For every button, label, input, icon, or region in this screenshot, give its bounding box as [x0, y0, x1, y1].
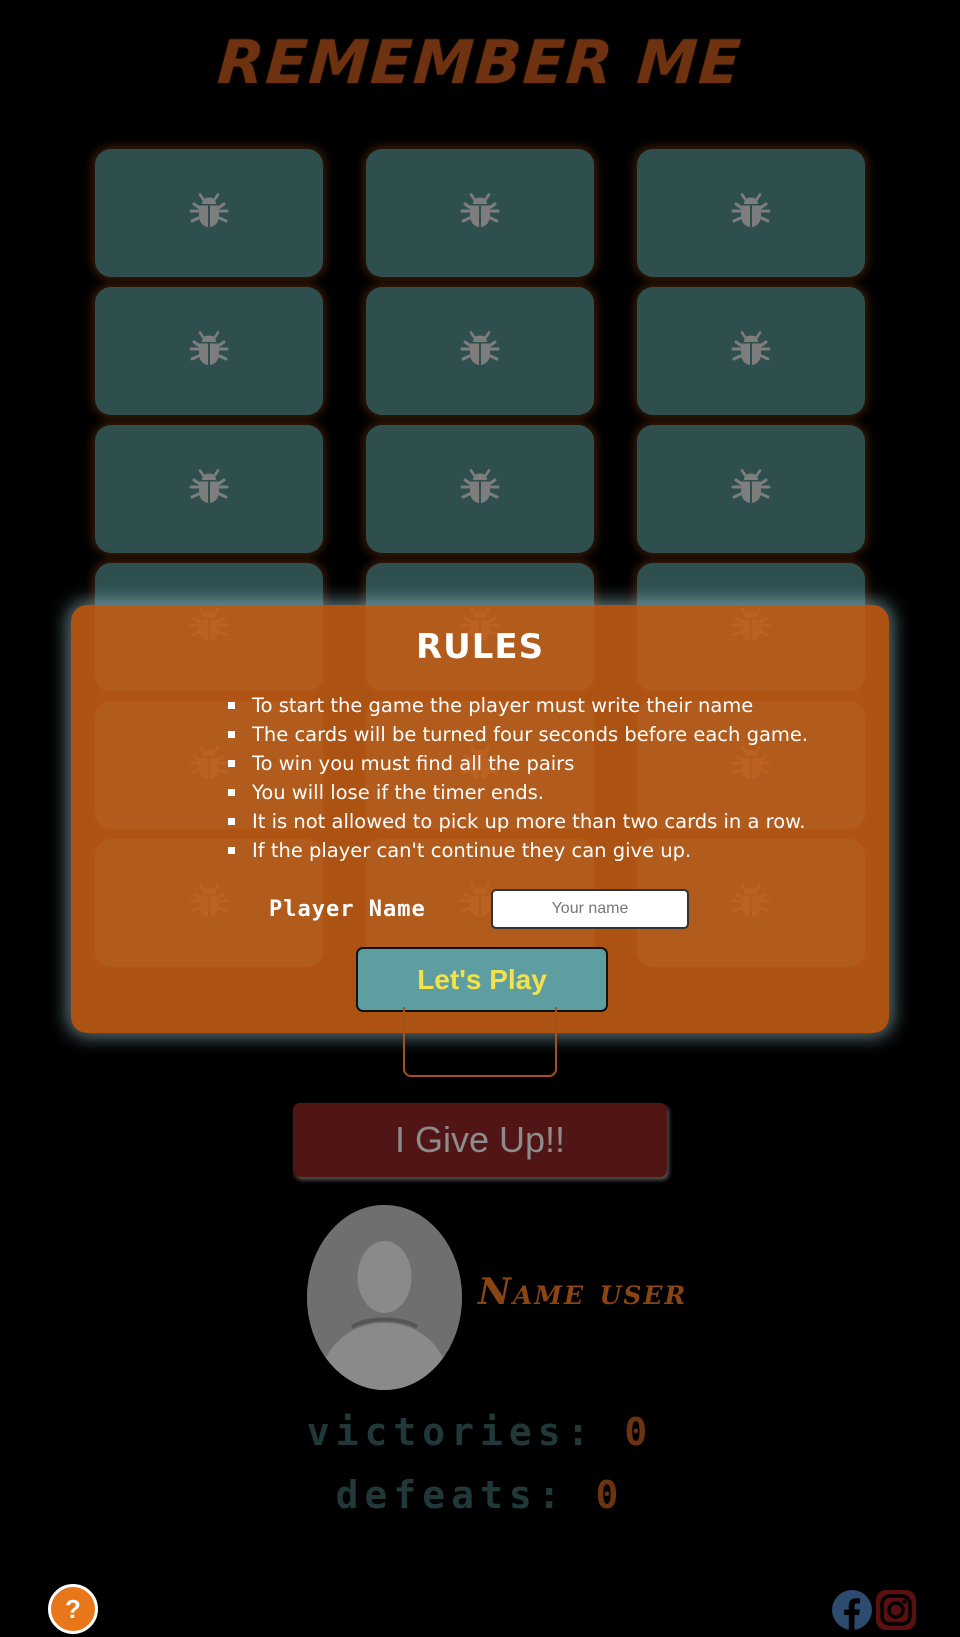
memory-card[interactable]	[366, 425, 594, 553]
bug-icon	[188, 328, 230, 375]
rule-item: To win you must find all the pairs	[228, 749, 808, 778]
memory-card[interactable]	[637, 425, 865, 553]
game-title: REMEMBER ME	[215, 28, 745, 98]
timer-box	[403, 1007, 557, 1077]
rule-item: To start the game the player must write …	[228, 691, 808, 720]
instagram-icon[interactable]	[875, 1589, 917, 1631]
rules-modal: RULES To start the game the player must …	[71, 605, 889, 1033]
rule-item: If the player can't continue they can gi…	[228, 836, 808, 865]
bug-icon	[730, 466, 772, 513]
rules-title: RULES	[415, 627, 545, 667]
help-button[interactable]: ?	[48, 1584, 98, 1634]
victories-stat: victories: 0	[0, 1410, 960, 1454]
bug-icon	[730, 328, 772, 375]
memory-card[interactable]	[95, 425, 323, 553]
bug-icon	[459, 328, 501, 375]
bug-icon	[188, 190, 230, 237]
bug-icon	[188, 466, 230, 513]
memory-card[interactable]	[637, 287, 865, 415]
user-name: Name user	[478, 1271, 688, 1313]
player-name-input[interactable]	[491, 889, 689, 929]
give-up-button[interactable]: I Give Up!!	[293, 1103, 667, 1177]
player-name-label: Player Name	[269, 897, 426, 922]
memory-card[interactable]	[366, 287, 594, 415]
defeats-label: defeats:	[335, 1473, 567, 1517]
bug-icon	[459, 466, 501, 513]
rules-list: To start the game the player must write …	[228, 691, 808, 865]
bug-icon	[459, 190, 501, 237]
rule-item: It is not allowed to pick up more than t…	[228, 807, 808, 836]
rule-item: The cards will be turned four seconds be…	[228, 720, 808, 749]
victories-label: victories:	[306, 1410, 596, 1454]
memory-card[interactable]	[95, 287, 323, 415]
facebook-icon[interactable]	[831, 1589, 873, 1631]
defeats-count: 0	[595, 1473, 625, 1517]
memory-card[interactable]	[637, 149, 865, 277]
victories-count: 0	[624, 1410, 654, 1454]
memory-card[interactable]	[366, 149, 594, 277]
memory-card[interactable]	[95, 149, 323, 277]
bug-icon	[730, 190, 772, 237]
lets-play-button[interactable]: Let's Play	[356, 947, 608, 1012]
rule-item: You will lose if the timer ends.	[228, 778, 808, 807]
defeats-stat: defeats: 0	[0, 1473, 960, 1517]
user-avatar-icon	[307, 1205, 462, 1390]
